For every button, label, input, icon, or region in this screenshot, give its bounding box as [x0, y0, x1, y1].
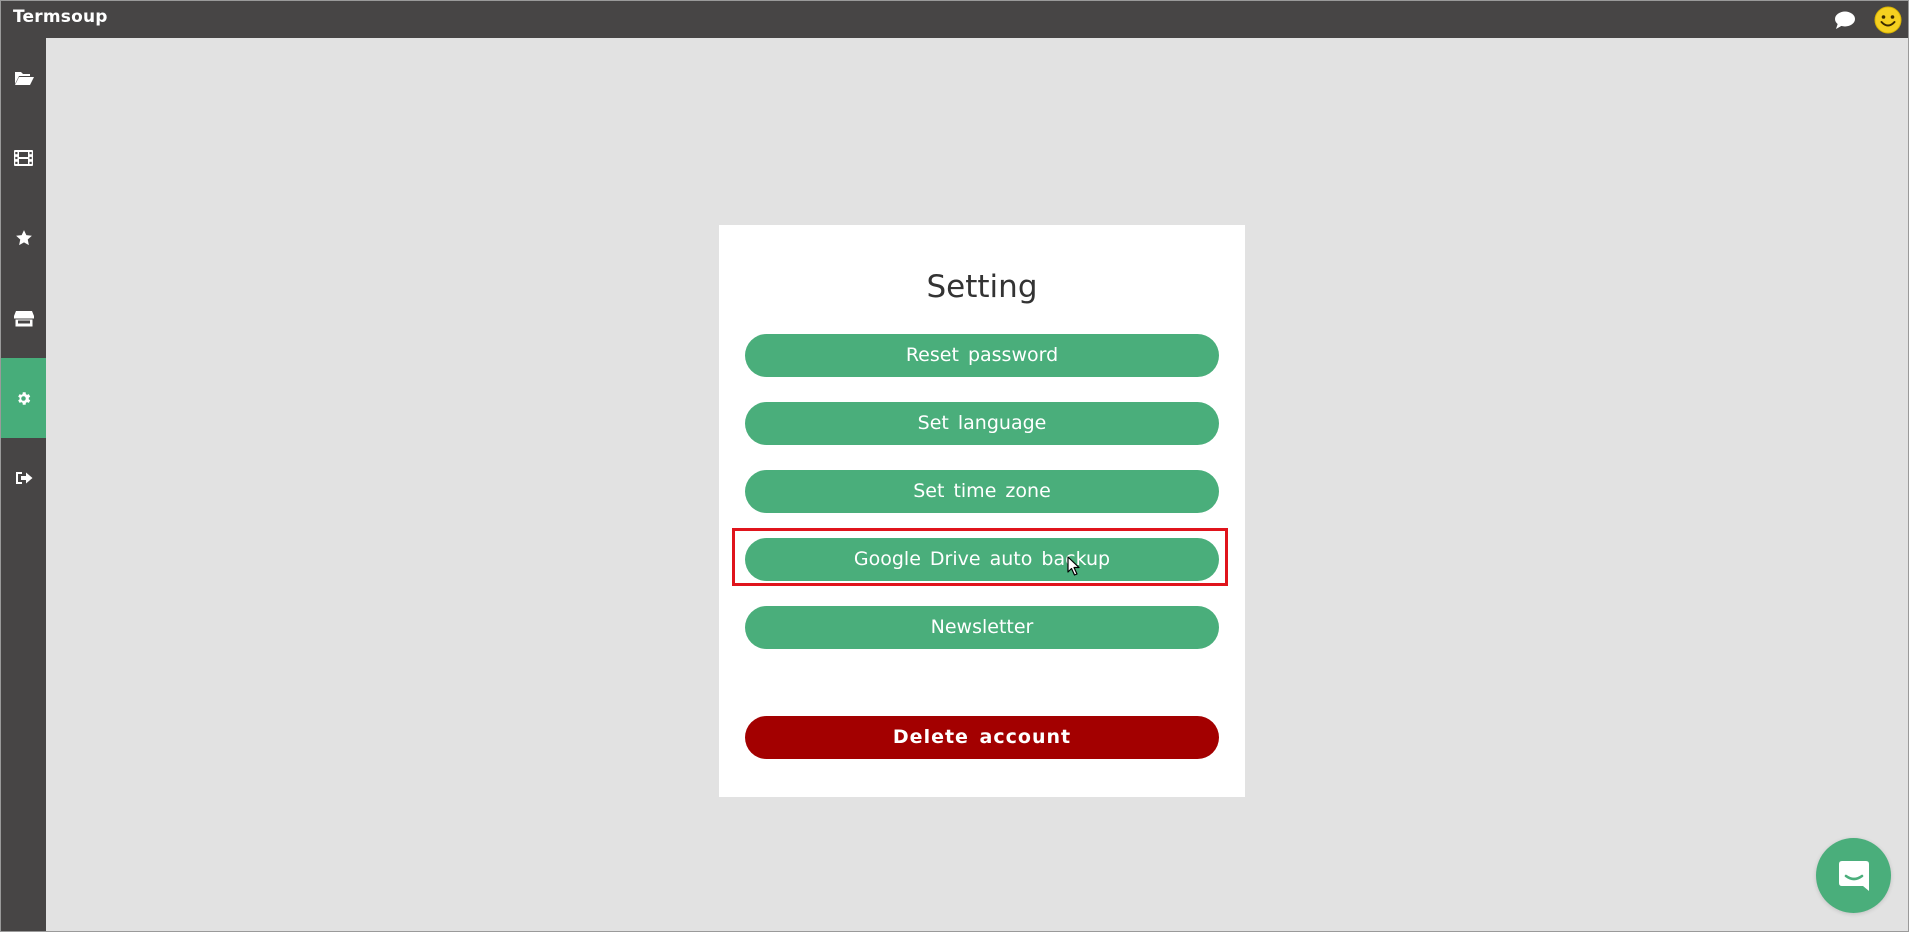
chat-bubble-icon[interactable] [1831, 6, 1859, 34]
sign-out-icon [15, 472, 32, 484]
sidebar-item-projects[interactable] [1, 118, 46, 198]
page-title: Setting [926, 269, 1038, 305]
store-icon [13, 310, 34, 326]
set-time-zone-button[interactable]: Set time zone [745, 470, 1219, 513]
folder-open-icon [14, 72, 34, 85]
settings-card: Setting Reset password Set language Set … [719, 225, 1245, 797]
messenger-icon [1838, 860, 1869, 891]
reset-password-button[interactable]: Reset password [745, 334, 1219, 377]
star-icon [15, 230, 32, 246]
set-language-button[interactable]: Set language [745, 402, 1219, 445]
delete-account-button[interactable]: Delete account [745, 716, 1219, 759]
sidebar-item-files[interactable] [1, 38, 46, 118]
sidebar [1, 38, 46, 931]
top-bar: Termsoup [1, 1, 1908, 38]
smiley-icon[interactable] [1874, 6, 1902, 34]
sidebar-item-logout[interactable] [1, 438, 46, 518]
gear-icon [18, 391, 31, 405]
sidebar-item-favorites[interactable] [1, 198, 46, 278]
sidebar-item-settings[interactable] [1, 358, 46, 438]
sidebar-item-store[interactable] [1, 278, 46, 358]
chat-launcher-button[interactable] [1816, 838, 1891, 913]
app-title: Termsoup [13, 7, 108, 27]
newsletter-button[interactable]: Newsletter [745, 606, 1219, 649]
app-window: Termsoup Setting Reset password Set lang… [0, 0, 1909, 932]
google-drive-backup-button[interactable]: Google Drive auto backup [745, 538, 1219, 581]
film-icon [14, 150, 33, 166]
